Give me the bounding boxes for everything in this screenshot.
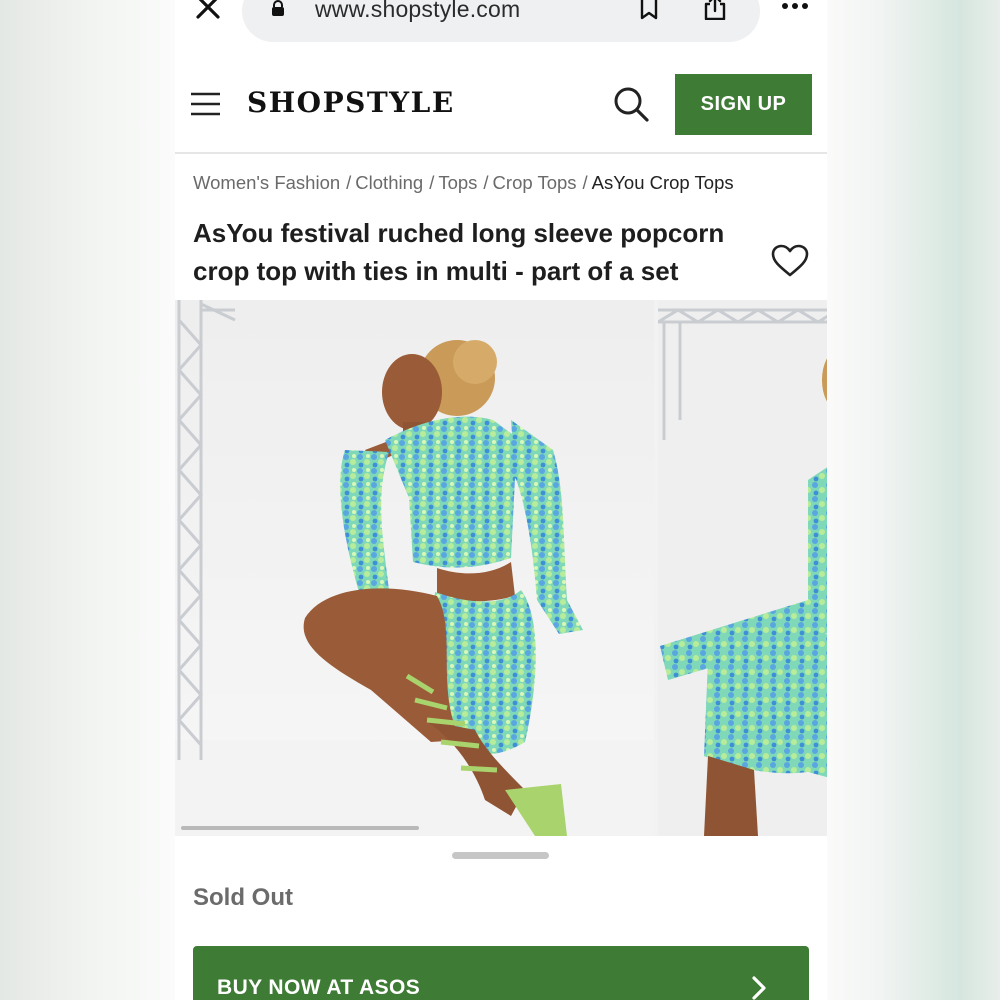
product-photo-secondary[interactable] bbox=[658, 300, 827, 836]
more-icon[interactable] bbox=[781, 0, 809, 12]
breadcrumb-item-asyou-crop-tops[interactable]: AsYou Crop Tops bbox=[592, 172, 734, 194]
sheet-drag-handle[interactable] bbox=[452, 852, 549, 859]
heart-icon[interactable] bbox=[771, 244, 809, 278]
bookmark-icon[interactable] bbox=[638, 0, 660, 20]
address-bar[interactable]: www.shopstyle.com bbox=[242, 0, 760, 42]
site-logo[interactable]: SHOPSTYLE bbox=[247, 86, 455, 119]
menu-icon[interactable] bbox=[190, 92, 221, 116]
chevron-right-icon bbox=[752, 976, 766, 1000]
breadcrumb-separator: / bbox=[346, 172, 352, 193]
phone-screen: www.shopstyle.com SHOPSTYLE SIGN UP Wome… bbox=[175, 0, 827, 1000]
purchase-sheet: Sold Out BUY NOW AT ASOS bbox=[175, 836, 827, 1000]
product-photo-main[interactable] bbox=[175, 300, 654, 836]
lock-icon bbox=[272, 0, 284, 16]
breadcrumb-separator: / bbox=[429, 172, 435, 193]
breadcrumb-item-womens-fashion[interactable]: Women's Fashion bbox=[193, 172, 340, 194]
product-title: AsYou festival ruched long sleeve popcor… bbox=[193, 214, 753, 290]
breadcrumb-item-crop-tops[interactable]: Crop Tops bbox=[493, 172, 577, 194]
product-image-carousel[interactable] bbox=[175, 300, 827, 836]
close-icon[interactable] bbox=[195, 0, 221, 20]
browser-toolbar: www.shopstyle.com bbox=[175, 0, 827, 52]
site-header: SHOPSTYLE SIGN UP bbox=[175, 52, 827, 154]
product-brand[interactable]: AsYou bbox=[193, 218, 273, 248]
breadcrumb-item-tops[interactable]: Tops bbox=[438, 172, 477, 194]
sign-up-button[interactable]: SIGN UP bbox=[675, 74, 812, 135]
breadcrumb-separator: / bbox=[483, 172, 489, 193]
breadcrumb: Women's Fashion / Clothing / Tops / Crop Tops /… bbox=[193, 172, 734, 194]
breadcrumb-item-clothing[interactable]: Clothing bbox=[355, 172, 423, 194]
breadcrumb-separator: / bbox=[582, 172, 588, 193]
search-icon[interactable] bbox=[613, 86, 649, 122]
url-text: www.shopstyle.com bbox=[315, 0, 521, 22]
buy-now-label: BUY NOW AT ASOS bbox=[217, 976, 421, 999]
availability-status: Sold Out bbox=[193, 884, 293, 911]
share-icon[interactable] bbox=[702, 0, 728, 20]
buy-now-button[interactable]: BUY NOW AT ASOS bbox=[193, 946, 809, 1000]
product-name: festival ruched long sleeve popcorn crop… bbox=[193, 218, 725, 286]
carousel-scroll-indicator bbox=[181, 826, 419, 830]
